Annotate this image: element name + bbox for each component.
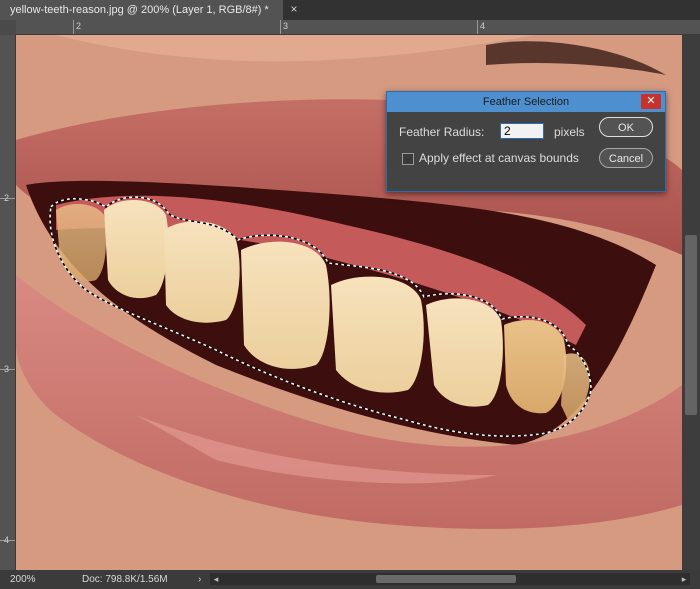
zoom-level[interactable]: 200% [10,570,36,589]
ruler-tick [477,20,478,34]
ruler-label: 3 [283,21,289,31]
document-size: Doc: 798.8K/1.56M [82,574,168,585]
tab-close-icon[interactable]: × [287,2,301,16]
dialog-body: Feather Radius: pixels Apply effect at c… [387,112,665,191]
ruler-label: 4 [480,21,486,31]
horizontal-scroll-thumb[interactable] [376,575,516,583]
document-tab-bar: yellow-teeth-reason.jpg @ 200% (Layer 1,… [0,0,700,20]
ruler-label: 2 [76,21,82,31]
dialog-title[interactable]: Feather Selection [387,92,665,112]
tooth [104,199,169,299]
ruler-label: 3 [4,364,10,374]
scroll-left-icon[interactable]: ◂ [210,573,222,585]
feather-selection-dialog: Feather Selection ✕ Feather Radius: pixe… [386,91,666,192]
feather-radius-input[interactable] [500,123,544,139]
vertical-scrollbar[interactable] [682,35,700,570]
ruler-origin[interactable] [0,20,16,35]
status-bar: 200% Doc: 798.8K/1.56M › ◂ ▸ [0,570,700,589]
canvas-bounds-label[interactable]: Apply effect at canvas bounds [419,151,579,165]
vertical-ruler[interactable]: 2 3 4 [0,35,16,570]
tooth [331,276,424,393]
document-tab[interactable]: yellow-teeth-reason.jpg @ 200% (Layer 1,… [0,0,283,20]
feather-radius-label: Feather Radius: [399,125,485,139]
ok-button[interactable]: OK [599,117,653,137]
ruler-label: 2 [4,193,10,203]
tooth [504,320,567,414]
tooth [241,241,330,369]
tooth [164,221,240,323]
vertical-scroll-thumb[interactable] [685,235,697,415]
horizontal-scrollbar[interactable]: ◂ ▸ [210,573,690,585]
horizontal-ruler[interactable]: 2 3 4 [16,20,700,35]
feather-radius-unit: pixels [554,125,585,139]
close-icon[interactable]: ✕ [641,94,661,109]
ruler-tick [280,20,281,34]
canvas-bounds-checkbox[interactable] [402,153,414,165]
status-menu-arrow-icon[interactable]: › [198,570,201,589]
cancel-button[interactable]: Cancel [599,148,653,168]
ruler-label: 4 [4,535,10,545]
scroll-right-icon[interactable]: ▸ [678,573,690,585]
ruler-tick [73,20,74,34]
